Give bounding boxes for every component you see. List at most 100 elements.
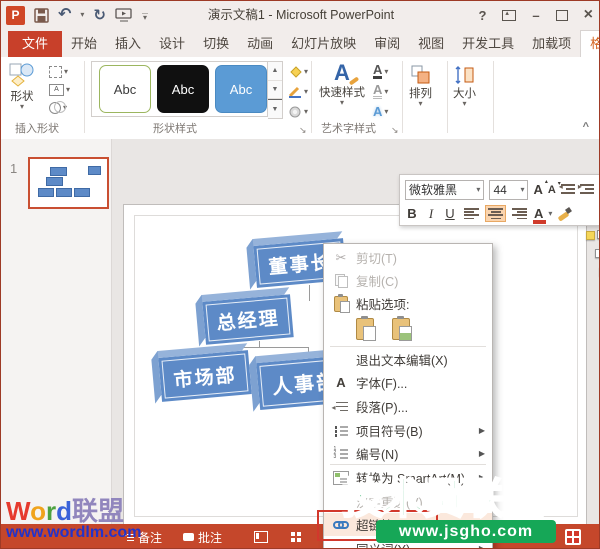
shape-styles-group-label: 形状样式 — [153, 123, 197, 135]
quick-styles-icon: A — [334, 60, 350, 85]
comments-icon — [183, 533, 194, 541]
comments-label: 批注 — [198, 530, 223, 545]
tab-slideshow[interactable]: 幻灯片放映 — [282, 31, 365, 57]
merge-shapes-button[interactable]: ▾ — [49, 100, 70, 115]
undo-dropdown-icon[interactable] — [80, 11, 84, 19]
font-size-value: 44 — [493, 182, 507, 197]
increase-indent-icon[interactable] — [578, 182, 594, 195]
collapse-ribbon-icon[interactable]: ^ — [583, 121, 589, 133]
tab-review[interactable]: 审阅 — [365, 31, 409, 57]
arrange-button[interactable]: 排列 ▾ — [409, 65, 432, 108]
menu-item-paragraph[interactable]: 段落(P)... — [324, 395, 492, 418]
window-title: 演示文稿1 - Microsoft PowerPoint — [207, 8, 395, 22]
decrease-font-size-icon[interactable]: A — [548, 180, 561, 196]
paste-as-picture-button[interactable] — [388, 316, 414, 342]
ribbon-display-options-icon[interactable] — [502, 9, 517, 21]
slide-sorter-view-button[interactable] — [291, 524, 302, 548]
shape-outline-icon — [288, 86, 301, 98]
org-box-marketing[interactable]: 市场部 — [158, 350, 252, 402]
tab-view[interactable]: 视图 — [409, 31, 453, 57]
shape-style-option-1[interactable]: Abc — [99, 65, 151, 113]
shape-styles-dialog-launcher-icon[interactable]: ↘ — [299, 125, 307, 136]
wordart-styles-group-label: 艺术字样式 — [321, 123, 376, 135]
bold-button[interactable]: B — [405, 206, 419, 221]
adjust-handle[interactable] — [586, 231, 595, 240]
underline-button[interactable]: U — [443, 206, 457, 221]
org-box-general-manager[interactable]: 总经理 — [202, 294, 294, 345]
jsgho-url: www.jsgho.com — [376, 520, 556, 543]
customize-qat-icon[interactable] — [142, 13, 148, 19]
slide-show-view-icon[interactable] — [565, 529, 581, 545]
slide-thumbnail[interactable] — [28, 157, 109, 209]
menu-item-cut[interactable]: 剪切(T) — [324, 246, 492, 269]
paste-keep-formatting-button[interactable] — [352, 316, 378, 342]
ribbon-tab-row: 文件 开始 插入 设计 切换 动画 幻灯片放映 审阅 视图 开发工具 加载项 格… — [1, 29, 599, 57]
shape-style-option-3[interactable]: Abc — [215, 65, 267, 113]
quick-styles-button[interactable]: A 快速样式 ▾ — [319, 60, 365, 107]
size-button[interactable]: 大小 ▾ — [453, 65, 476, 108]
text-box-button[interactable]: A ▾ — [49, 82, 70, 97]
selection-handle[interactable] — [595, 249, 599, 258]
text-box-icon: A — [49, 83, 64, 96]
menu-item-numbering[interactable]: 编号(N) ▶ — [324, 442, 492, 465]
tab-animations[interactable]: 动画 — [238, 31, 282, 57]
paste-as-picture-icon — [392, 316, 412, 341]
text-outline-button[interactable]: A ▾ — [373, 83, 388, 100]
shape-outline-button[interactable]: ▾ — [288, 83, 308, 100]
normal-view-button[interactable] — [254, 524, 268, 548]
tab-addins[interactable]: 加载项 — [523, 31, 580, 57]
tab-home[interactable]: 开始 — [62, 31, 106, 57]
quick-access-toolbar: P — [6, 4, 148, 26]
undo-icon[interactable] — [58, 7, 71, 23]
wordlm-brand: Word联盟 — [6, 496, 124, 526]
font-color-dropdown-icon[interactable]: ▾ — [548, 209, 552, 218]
menu-item-label: 段落(P)... — [356, 401, 409, 415]
decrease-indent-icon[interactable] — [559, 182, 575, 195]
edit-shape-button[interactable]: ▾ — [49, 64, 70, 79]
save-icon[interactable] — [34, 7, 49, 23]
comments-button[interactable]: 批注 — [183, 524, 223, 548]
font-size-select[interactable]: 44 ▾ — [489, 179, 529, 200]
minimize-icon[interactable] — [532, 8, 539, 23]
tab-transitions[interactable]: 切换 — [194, 31, 238, 57]
tab-insert[interactable]: 插入 — [106, 31, 150, 57]
notes-label: 备注 — [138, 530, 163, 545]
tab-format[interactable]: 格式 — [580, 30, 599, 57]
tab-design[interactable]: 设计 — [150, 31, 194, 57]
format-painter-icon[interactable] — [557, 207, 571, 221]
gallery-up-icon[interactable]: ▲ — [268, 62, 282, 81]
paragraph-icon — [332, 401, 350, 413]
font-name-select[interactable]: 微软雅黑 ▾ — [405, 179, 485, 200]
menu-item-font[interactable]: 字体(F)... — [324, 371, 492, 394]
font-color-icon[interactable]: A — [532, 207, 547, 224]
shape-style-option-2[interactable]: Abc — [157, 65, 209, 113]
wordart-dialog-launcher-icon[interactable]: ↘ — [391, 125, 399, 136]
align-right-icon[interactable] — [510, 206, 529, 221]
shape-effects-button[interactable]: ▾ — [288, 103, 308, 120]
increase-font-size-icon[interactable]: A — [533, 178, 548, 197]
tab-file[interactable]: 文件 — [8, 31, 63, 57]
menu-item-bullets[interactable]: 项目符号(B) ▶ — [324, 419, 492, 442]
shape-fill-button[interactable]: ▾ — [288, 63, 308, 80]
align-center-icon[interactable] — [485, 205, 506, 222]
help-icon[interactable] — [478, 8, 486, 23]
menu-item-exit-text-edit[interactable]: 退出文本编辑(X) — [324, 348, 492, 371]
menu-item-copy[interactable]: 复制(C) — [324, 269, 492, 292]
text-effects-button[interactable]: A ▾ — [373, 103, 388, 120]
text-fill-button[interactable]: A ▾ — [373, 63, 388, 80]
maximize-icon[interactable] — [555, 9, 568, 21]
jsgho-brand: 技术员联盟 — [341, 474, 545, 523]
gallery-down-icon[interactable]: ▼ — [268, 81, 282, 100]
redo-icon[interactable] — [93, 8, 106, 23]
italic-button[interactable]: I — [424, 206, 438, 222]
close-icon[interactable] — [584, 6, 593, 24]
edit-shape-icon — [49, 65, 62, 78]
align-left-icon[interactable] — [462, 206, 481, 221]
start-slideshow-icon[interactable] — [115, 8, 133, 22]
gallery-more-icon[interactable]: ▼ — [268, 99, 282, 118]
tab-developer[interactable]: 开发工具 — [453, 31, 523, 57]
shapes-button[interactable]: 形状 ▾ — [9, 62, 35, 111]
powerpoint-logo-icon[interactable]: P — [6, 5, 25, 25]
slide-number: 1 — [10, 161, 18, 176]
menu-item-label: 复制(C) — [356, 275, 399, 289]
